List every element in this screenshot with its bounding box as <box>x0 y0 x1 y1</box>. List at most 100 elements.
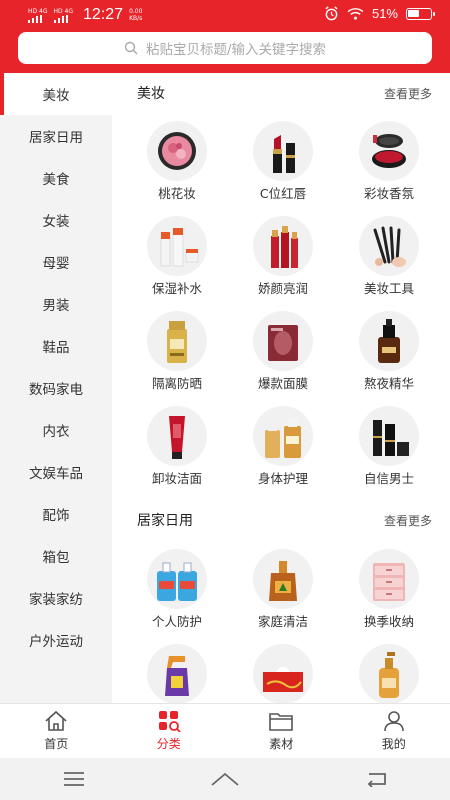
item-label: 卸妆洁面 <box>151 471 202 486</box>
grid-item-serum[interactable]: 熬夜精华 <box>339 311 439 391</box>
tab-home[interactable]: 首页 <box>0 704 113 758</box>
hand-soap-icon <box>147 549 207 609</box>
sidebar-item-shoes[interactable]: 鞋品 <box>0 325 112 367</box>
battery-level <box>408 9 419 17</box>
grid-item-brushes[interactable]: 美妆工具 <box>339 216 439 296</box>
bottom-tab-bar: 首页 分类 素材 我的 <box>0 703 450 758</box>
sidebar-item-label: 鞋品 <box>42 340 70 356</box>
sidebar-item-label: 女装 <box>42 214 70 230</box>
back-icon[interactable] <box>365 771 387 787</box>
sidebar-item-label: 男装 <box>42 298 70 314</box>
section-header-makeup: 美妆 查看更多 <box>137 83 432 103</box>
grid-item-moisturizer[interactable]: 保湿补水 <box>127 216 227 296</box>
grid-item-mens[interactable]: 自信男士 <box>339 406 439 486</box>
disinfectant-icon <box>253 549 313 609</box>
home-icon <box>45 710 67 731</box>
item-label: 自信男士 <box>363 471 414 486</box>
sidebar-item-bags[interactable]: 箱包 <box>0 535 112 577</box>
sunscreen-icon <box>147 311 207 371</box>
tab-materials[interactable]: 素材 <box>225 704 338 758</box>
grid-item-toner[interactable]: 娇颜亮润 <box>233 216 333 296</box>
tab-category[interactable]: 分类 <box>113 704 226 758</box>
sidebar-item-outdoor[interactable]: 户外运动 <box>0 619 112 661</box>
item-label: C位红唇 <box>259 186 307 201</box>
grid-item-tissue[interactable] <box>233 644 333 703</box>
item-label: 保湿补水 <box>151 281 202 296</box>
sidebar-item-mens-wear[interactable]: 男装 <box>0 283 112 325</box>
carrier-label-2: HD 4G <box>53 7 74 15</box>
item-label: 爆款面膜 <box>257 376 308 391</box>
signal-icon: HD 4G <box>28 8 48 23</box>
sidebar-item-baby[interactable]: 母婴 <box>0 241 112 283</box>
grid-item-lipstick[interactable]: C位红唇 <box>233 121 333 201</box>
grid-item-cleaner[interactable] <box>127 644 227 703</box>
grid-item-blush[interactable]: 桃花妆 <box>127 121 227 201</box>
sidebar-item-electronics[interactable]: 数码家电 <box>0 367 112 409</box>
sidebar-item-womens-wear[interactable]: 女装 <box>0 199 112 241</box>
item-label: 个人防护 <box>151 614 202 629</box>
grid-item-home-cleaning[interactable]: 家庭清洁 <box>233 549 333 629</box>
sidebar-item-food[interactable]: 美食 <box>0 157 112 199</box>
grid-item-personal-protection[interactable]: 个人防护 <box>127 549 227 629</box>
item-label: 桃花妆 <box>158 186 196 201</box>
speed-unit: KB/s <box>129 15 143 22</box>
sidebar-item-label: 数码家电 <box>29 382 83 398</box>
sidebar-item-underwear[interactable]: 内衣 <box>0 409 112 451</box>
menu-icon[interactable] <box>63 771 85 787</box>
sidebar-item-makeup[interactable]: 美妆 <box>0 73 112 115</box>
grid-item-perfume[interactable]: 彩妆香氛 <box>339 121 439 201</box>
mens-skincare-icon <box>359 406 419 466</box>
item-label: 隔离防晒 <box>151 376 202 391</box>
folder-icon <box>269 713 294 731</box>
lipstick-icon <box>253 121 313 181</box>
grid-item-cleanser[interactable]: 卸妆洁面 <box>127 406 227 486</box>
grid-item-face-mask[interactable]: 爆款面膜 <box>233 311 333 391</box>
carrier-label: HD 4G <box>28 7 48 15</box>
status-bar: HD 4G HD 4G 12:27 0.00 KB/s 51% <box>0 0 450 30</box>
clock: 12:27 <box>83 6 124 23</box>
tab-label: 素材 <box>269 737 294 751</box>
storage-drawers-icon <box>359 549 419 609</box>
wifi-icon <box>347 8 364 20</box>
section-header-household: 居家日用 查看更多 <box>137 510 432 530</box>
sidebar-item-label: 内衣 <box>42 424 70 440</box>
sidebar-item-accessories[interactable]: 配饰 <box>0 493 112 535</box>
toner-bottles-icon <box>253 216 313 276</box>
item-label: 彩妆香氛 <box>363 186 414 201</box>
battery-percent: 51% <box>371 6 398 21</box>
sidebar-item-label: 家装家纺 <box>29 592 83 608</box>
search-icon <box>124 41 138 55</box>
tissue-box-icon <box>253 644 313 703</box>
serum-bottle-icon <box>359 311 419 371</box>
grid-item-body-care[interactable]: 身体护理 <box>233 406 333 486</box>
sidebar-item-label: 配饰 <box>42 508 70 524</box>
tab-profile[interactable]: 我的 <box>338 704 450 758</box>
item-label: 美妆工具 <box>363 281 414 296</box>
category-content: 美妆 查看更多 桃花妆 C位红唇 彩妆香氛 保湿补水 娇颜亮润 美妆工具 隔离防… <box>112 73 450 703</box>
makeup-brushes-icon <box>359 216 419 276</box>
search-bar[interactable]: 粘贴宝贝标题/输入关键字搜索 <box>18 32 432 64</box>
grid-item-shampoo[interactable] <box>339 644 439 703</box>
sidebar-item-entertainment-car[interactable]: 文娱车品 <box>0 451 112 493</box>
sidebar-item-label: 美食 <box>42 172 70 188</box>
perfume-compact-icon <box>359 121 419 181</box>
home-nav-icon[interactable] <box>210 771 240 787</box>
grid-item-sunscreen[interactable]: 隔离防晒 <box>127 311 227 391</box>
cleanser-tube-icon <box>147 406 207 466</box>
section-title: 美妆 <box>137 86 165 102</box>
app-screen: HD 4G HD 4G 12:27 0.00 KB/s 51% 粘贴宝贝标题/输… <box>0 0 450 800</box>
tab-label: 我的 <box>381 737 406 751</box>
system-nav-bar <box>0 758 450 800</box>
sidebar-item-household[interactable]: 居家日用 <box>0 115 112 157</box>
see-more-link[interactable]: 查看更多 <box>384 85 432 102</box>
alarm-icon <box>325 6 338 21</box>
cleaner-spray-icon <box>147 644 207 703</box>
search-placeholder: 粘贴宝贝标题/输入关键字搜索 <box>145 42 327 58</box>
sidebar-item-label: 居家日用 <box>29 130 83 146</box>
item-label: 换季收纳 <box>363 614 414 629</box>
shampoo-bottle-icon <box>359 644 419 703</box>
tab-label: 首页 <box>44 737 69 751</box>
grid-item-storage[interactable]: 换季收纳 <box>339 549 439 629</box>
sidebar-item-home-textiles[interactable]: 家装家纺 <box>0 577 112 619</box>
see-more-link[interactable]: 查看更多 <box>384 512 432 529</box>
